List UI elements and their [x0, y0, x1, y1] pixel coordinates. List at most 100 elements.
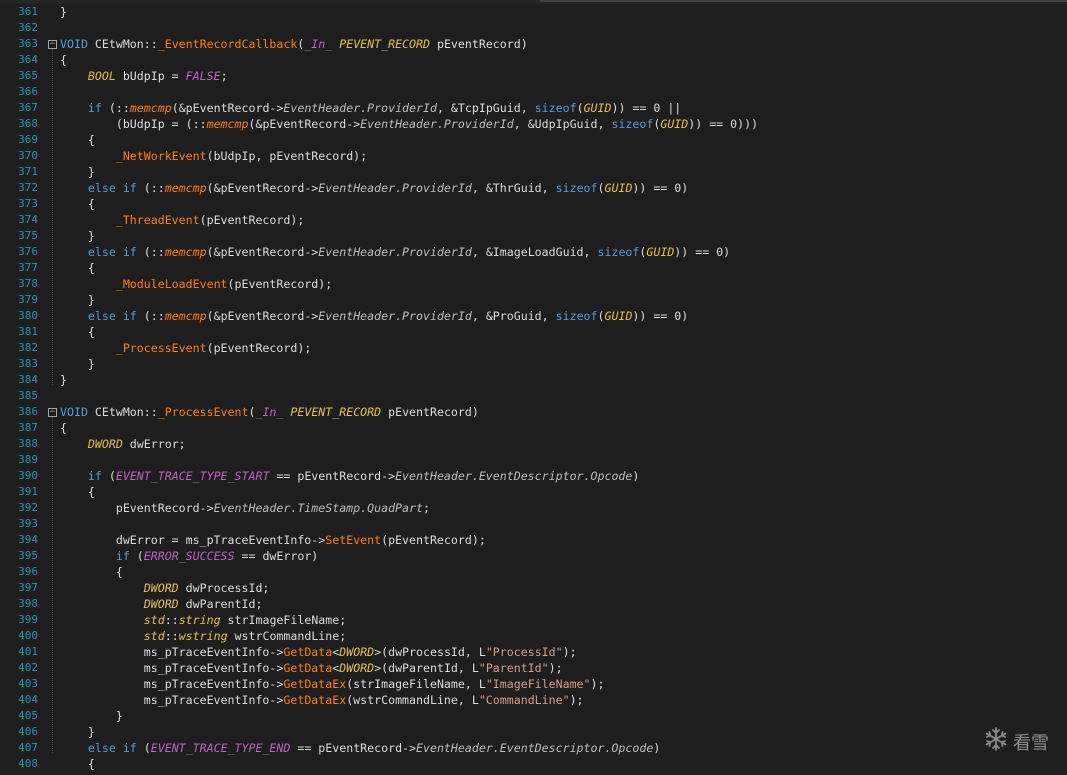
code-line[interactable]: DWORD dwProcessId;: [60, 580, 270, 596]
code-token: GUID: [583, 101, 612, 115]
code-token: (&pEventRecord->: [248, 117, 361, 131]
code-line[interactable]: pEventRecord->EventHeader.TimeStamp.Quad…: [60, 500, 430, 516]
line-number: 381: [18, 325, 38, 338]
code-token: _ModuleLoadEvent: [115, 277, 228, 291]
code-token: VOID: [60, 37, 95, 51]
code-token: == dwError): [234, 549, 319, 563]
code-line[interactable]: (bUdpIp = (::memcmp(&pEventRecord->Event…: [60, 116, 758, 132]
code-token: SetEvent: [325, 533, 382, 547]
code-line[interactable]: DWORD dwError;: [60, 436, 186, 452]
code-line[interactable]: VOID CEtwMon::_ProcessEvent(_In_ PEVENT_…: [60, 404, 479, 420]
code-line[interactable]: {: [60, 420, 67, 436]
code-line[interactable]: ms_pTraceEventInfo->GetData<DWORD>(dwPro…: [60, 644, 577, 660]
code-line[interactable]: else if (::memcmp(&pEventRecord->EventHe…: [60, 244, 730, 260]
code-token: else if: [87, 741, 137, 755]
code-editor[interactable]: 361 362 363 364 365 366 367 368 369 370 371 372 373 3…: [0, 0, 1067, 775]
line-number: 368: [18, 117, 38, 130]
line-number: 406: [18, 725, 38, 738]
code-token: dwProcessId;: [178, 581, 270, 595]
line-number: 380: [18, 309, 38, 322]
code-line[interactable]: else if (EVENT_TRACE_TYPE_END == pEventR…: [60, 740, 660, 756]
code-line[interactable]: DWORD dwParentId;: [60, 596, 263, 612]
code-line[interactable]: if (ERROR_SUCCESS == dwError): [60, 548, 318, 564]
code-line[interactable]: {: [60, 484, 95, 500]
code-line[interactable]: ms_pTraceEventInfo->GetData<DWORD>(dwPar…: [60, 660, 563, 676]
code-token: EventHeader.EventDescriptor.Opcode: [416, 741, 654, 755]
code-line[interactable]: }: [60, 356, 95, 372]
code-token: GetData: [283, 645, 333, 659]
code-token: }: [60, 725, 95, 739]
code-token: dwParentId;: [178, 597, 263, 611]
code-line[interactable]: }: [60, 228, 95, 244]
code-token: {: [60, 261, 95, 275]
code-line[interactable]: else if (::memcmp(&pEventRecord->EventHe…: [60, 180, 688, 196]
code-line[interactable]: _ModuleLoadEvent(pEventRecord);: [60, 276, 332, 292]
code-token: wstrCommandLine;: [227, 629, 347, 643]
code-line[interactable]: _ProcessEvent(pEventRecord);: [60, 340, 311, 356]
code-token: _ProcessEvent: [115, 341, 207, 355]
code-line[interactable]: _ThreadEvent(pEventRecord);: [60, 212, 304, 228]
line-number: 366: [18, 85, 38, 98]
line-number: 395: [18, 549, 38, 562]
code-token: if: [87, 101, 102, 115]
line-number: 389: [18, 453, 38, 466]
code-token: {: [60, 53, 67, 67]
code-token: _ProcessEvent: [157, 405, 249, 419]
code-line[interactable]: {: [60, 196, 95, 212]
code-token: (: [597, 309, 605, 323]
code-line[interactable]: {: [60, 132, 95, 148]
line-number: 382: [18, 341, 38, 354]
code-area[interactable]: } VOID CEtwMon::_EventRecordCallback(_In_…: [60, 4, 1067, 775]
code-line[interactable]: }: [60, 292, 95, 308]
code-line[interactable]: }: [60, 372, 67, 388]
code-token: _NetWorkEvent: [115, 149, 207, 163]
code-line[interactable]: std::wstring wstrCommandLine;: [60, 628, 346, 644]
code-token: {: [60, 421, 67, 435]
code-token: PEVENT_RECORD: [339, 37, 430, 51]
code-line[interactable]: ms_pTraceEventInfo->GetDataEx(strImageFi…: [60, 676, 605, 692]
code-token: GUID: [646, 245, 675, 259]
code-line[interactable]: BOOL bUdpIp = FALSE;: [60, 68, 228, 84]
fold-toggle-icon[interactable]: −: [48, 40, 57, 49]
code-line[interactable]: std::string strImageFileName;: [60, 612, 346, 628]
code-line[interactable]: }: [60, 164, 95, 180]
code-line[interactable]: }: [60, 4, 67, 20]
code-line[interactable]: ms_pTraceEventInfo->GetDataEx(wstrComman…: [60, 692, 584, 708]
code-token: (::: [136, 245, 165, 259]
code-token: GetData: [283, 661, 333, 675]
code-token: );: [590, 677, 605, 691]
code-line[interactable]: {: [60, 260, 95, 276]
code-line[interactable]: }: [60, 708, 123, 724]
code-line[interactable]: dwError = ms_pTraceEventInfo->SetEvent(p…: [60, 532, 486, 548]
code-token: sizeof: [534, 101, 577, 115]
code-token: (pEventRecord);: [227, 277, 333, 291]
code-line[interactable]: VOID CEtwMon::_EventRecordCallback(_In_ …: [60, 36, 528, 52]
code-token: ;: [220, 69, 228, 83]
code-token: );: [569, 693, 584, 707]
code-line[interactable]: if (EVENT_TRACE_TYPE_START == pEventReco…: [60, 468, 639, 484]
code-line[interactable]: {: [60, 324, 95, 340]
code-token: pEventRecord): [381, 405, 479, 419]
code-line[interactable]: {: [60, 52, 67, 68]
code-token: "ProcessId": [485, 645, 563, 659]
code-line[interactable]: if (::memcmp(&pEventRecord->EventHeader.…: [60, 100, 681, 116]
code-line[interactable]: _NetWorkEvent(bUdpIp, pEventRecord);: [60, 148, 367, 164]
code-token: bUdpIp =: [115, 69, 186, 83]
code-line[interactable]: {: [60, 564, 123, 580]
code-line[interactable]: {: [60, 756, 95, 772]
code-line[interactable]: else if (::memcmp(&pEventRecord->EventHe…: [60, 308, 688, 324]
code-token: EventHeader.EventDescriptor.Opcode: [395, 469, 633, 483]
code-line[interactable]: }: [60, 724, 95, 740]
code-token: ;: [422, 501, 430, 515]
code-token: )) == 0): [632, 181, 689, 195]
code-token: VOID: [60, 405, 95, 419]
fold-toggle-icon[interactable]: −: [48, 408, 57, 417]
code-token: (bUdpIp, pEventRecord);: [206, 149, 368, 163]
